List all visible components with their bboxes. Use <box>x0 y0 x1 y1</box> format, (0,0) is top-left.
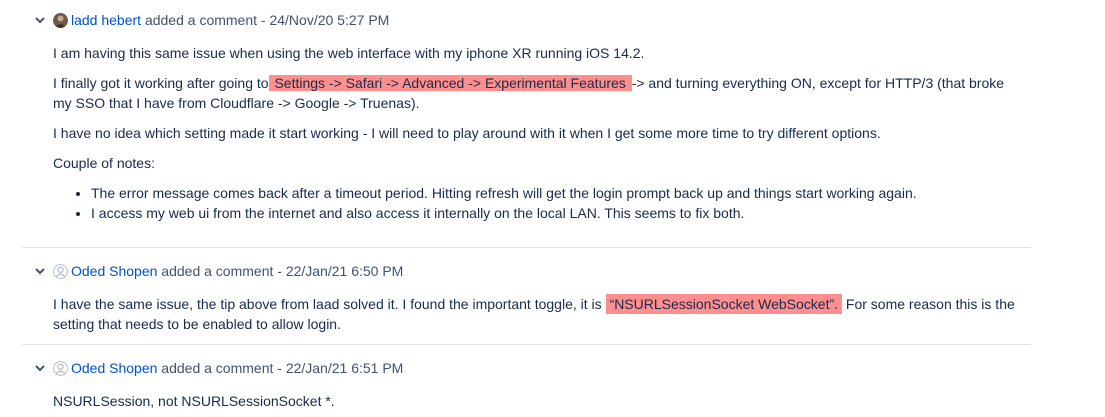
timestamp[interactable]: 22/Jan/21 6:51 PM <box>286 360 404 376</box>
paragraph-text: I finally got it working after going to <box>53 75 269 91</box>
comment-body: NSURLSession, not NSURLSessionSocket *. <box>53 391 1023 411</box>
avatar[interactable] <box>53 360 68 376</box>
paragraph: I have no idea which setting made it sta… <box>53 125 881 141</box>
chevron-down-icon[interactable] <box>34 265 46 277</box>
paragraph: I finally got it working after going to … <box>53 73 1023 113</box>
chevron-down-icon[interactable] <box>34 14 46 26</box>
list-item: I access my web ui from the internet and… <box>91 203 1023 223</box>
comment-meta: Oded Shopen added a comment - 22/Jan/21 … <box>71 263 403 279</box>
action-text: added a comment - <box>157 263 286 279</box>
author-link[interactable]: Oded Shopen <box>71 360 157 376</box>
author-link[interactable]: Oded Shopen <box>71 263 157 279</box>
divider <box>22 344 1031 345</box>
divider <box>22 247 1031 248</box>
comment-body: I am having this same issue when using t… <box>53 43 1023 223</box>
highlighted-text: “NSURLSessionSocket WebSocket”. <box>605 294 843 314</box>
chevron-down-icon[interactable] <box>34 362 46 374</box>
author-link[interactable]: ladd hebert <box>71 12 141 28</box>
notes-list: The error message comes back after a tim… <box>53 183 1023 223</box>
highlighted-text: Settings -> Safari -> Advanced -> Experi… <box>268 75 632 91</box>
paragraph: I am having this same issue when using t… <box>53 45 645 61</box>
comment-meta: Oded Shopen added a comment - 22/Jan/21 … <box>71 360 403 376</box>
timestamp[interactable]: 24/Nov/20 5:27 PM <box>269 12 389 28</box>
comment-body: I have the same issue, the tip above fro… <box>53 294 1023 334</box>
paragraph-text: I have the same issue, the tip above fro… <box>53 296 606 312</box>
paragraph: I have the same issue, the tip above fro… <box>53 294 1023 334</box>
avatar[interactable] <box>53 263 68 279</box>
action-text: added a comment - <box>157 360 286 376</box>
timestamp[interactable]: 22/Jan/21 6:50 PM <box>286 263 404 279</box>
comment-meta: ladd hebert added a comment - 24/Nov/20 … <box>71 12 389 28</box>
paragraph: NSURLSession, not NSURLSessionSocket *. <box>53 393 335 409</box>
list-item: The error message comes back after a tim… <box>91 183 1023 203</box>
avatar[interactable] <box>53 12 68 28</box>
paragraph: Couple of notes: <box>53 155 155 171</box>
action-text: added a comment - <box>141 12 270 28</box>
